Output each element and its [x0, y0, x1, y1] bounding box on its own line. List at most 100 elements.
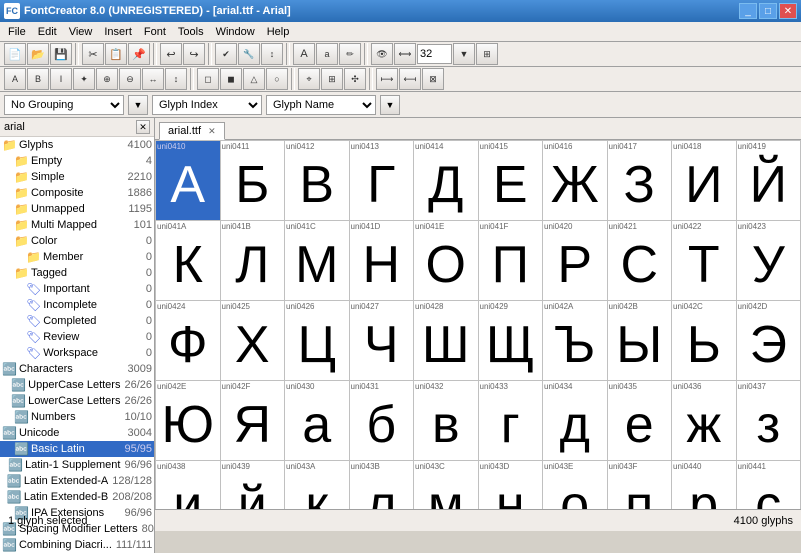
glyph-cell[interactable]: uni0421 С	[608, 221, 673, 301]
redo-button[interactable]: ↪	[183, 43, 205, 65]
glyph-cell[interactable]: uni041F П	[479, 221, 544, 301]
glyph-cell[interactable]: uni0430 а	[285, 381, 350, 461]
menu-view[interactable]: View	[63, 24, 99, 40]
tb2-5[interactable]: ⊕	[96, 68, 118, 90]
glyph-cell[interactable]: uni0427 Ч	[350, 301, 415, 381]
glyph-cell[interactable]: uni043C м	[414, 461, 479, 509]
glyph-cell[interactable]: uni042B Ы	[608, 301, 673, 381]
sidebar-item-basiclatin[interactable]: 🔤 Basic Latin 95/95	[0, 441, 154, 457]
tb2-7[interactable]: ↔	[142, 68, 164, 90]
tb2-12[interactable]: ○	[266, 68, 288, 90]
glyph-cell[interactable]: uni0411 Б	[221, 141, 286, 221]
glyph-cell[interactable]: uni0439 й	[221, 461, 286, 509]
glyph-cell[interactable]: uni043D н	[479, 461, 544, 509]
cleanup-button[interactable]: 🔧	[238, 43, 260, 65]
glyph-cell[interactable]: uni0423 У	[737, 221, 801, 301]
menu-tools[interactable]: Tools	[172, 24, 210, 40]
glyph-cell[interactable]: uni0436 ж	[672, 381, 737, 461]
sidebar-item-incomplete[interactable]: 🏷 Incomplete 0	[0, 297, 154, 313]
sidebar-item-color[interactable]: 📁 Color 0	[0, 233, 154, 249]
glyph-cell[interactable]: uni043E о	[543, 461, 608, 509]
glyph-cell[interactable]: uni0438 и	[156, 461, 221, 509]
sidebar-item-uppercase[interactable]: 🔤 UpperCase Letters 26/26	[0, 377, 154, 393]
tb2-1[interactable]: A	[4, 68, 26, 90]
glyph-cell[interactable]: uni0416 Ж	[543, 141, 608, 221]
open-button[interactable]: 📂	[27, 43, 49, 65]
glyph-cell[interactable]: uni0417 З	[608, 141, 673, 221]
sidebar-close-btn[interactable]: ✕	[136, 120, 150, 134]
sidebar-item-lowercase[interactable]: 🔤 LowerCase Letters 26/26	[0, 393, 154, 409]
sidebar-item-review[interactable]: 🏷 Review 0	[0, 329, 154, 345]
sidebar-item-composite[interactable]: 📁 Composite 1886	[0, 185, 154, 201]
paste-button[interactable]: 📌	[128, 43, 150, 65]
close-button[interactable]: ✕	[779, 3, 797, 19]
glyph-cell[interactable]: uni0413 Г	[350, 141, 415, 221]
glyph-cell[interactable]: uni0432 в	[414, 381, 479, 461]
tb2-8[interactable]: ↕	[165, 68, 187, 90]
tb2-3[interactable]: I	[50, 68, 72, 90]
sort-button[interactable]: ↕	[261, 43, 283, 65]
sidebar-item-tagged[interactable]: 📁 Tagged 0	[0, 265, 154, 281]
tb2-2[interactable]: B	[27, 68, 49, 90]
glyph-cell[interactable]: uni0434 д	[543, 381, 608, 461]
undo-button[interactable]: ↩	[160, 43, 182, 65]
sidebar-item-workspace[interactable]: 🏷 Workspace 0	[0, 345, 154, 361]
glyph-cell[interactable]: uni042C Ь	[672, 301, 737, 381]
glyph-cell[interactable]: uni043F п	[608, 461, 673, 509]
sidebar-item-simple[interactable]: 📁 Simple 2210	[0, 169, 154, 185]
sidebar-item-member[interactable]: 📁 Member 0	[0, 249, 154, 265]
tb2-9[interactable]: ◻	[197, 68, 219, 90]
sidebar-item-combining[interactable]: 🔤 Combining Diacri... 111/111	[0, 537, 154, 553]
save-button[interactable]: 💾	[50, 43, 72, 65]
glyph-cell[interactable]: uni0429 Щ	[479, 301, 544, 381]
glyph-cell[interactable]: uni041D Н	[350, 221, 415, 301]
grouping-menu-btn[interactable]: ▼	[128, 95, 148, 115]
glyph-cell[interactable]: uni043A к	[285, 461, 350, 509]
glyph-cell[interactable]: uni0437 з	[737, 381, 801, 461]
display-dropdown-btn[interactable]: ▼	[380, 95, 400, 115]
sidebar-item-characters[interactable]: 🔤 Characters 3009	[0, 361, 154, 377]
sidebar-item-unicode[interactable]: 🔤 Unicode 3004	[0, 425, 154, 441]
glyph-cell[interactable]: uni042A Ъ	[543, 301, 608, 381]
glyph-cell[interactable]: uni0418 И	[672, 141, 737, 221]
tb2-6[interactable]: ⊖	[119, 68, 141, 90]
tb2-16[interactable]: ⟼	[376, 68, 398, 90]
glyph-cell[interactable]: uni0420 Р	[543, 221, 608, 301]
tb2-13[interactable]: ⌖	[298, 68, 320, 90]
sidebar-item-important[interactable]: 🏷 Important 0	[0, 281, 154, 297]
grouping-select[interactable]: No Grouping	[4, 95, 124, 115]
glyph-cell[interactable]: uni041E О	[414, 221, 479, 301]
menu-help[interactable]: Help	[261, 24, 296, 40]
sidebar-item-latinextA[interactable]: 🔤 Latin Extended-A 128/128	[0, 473, 154, 489]
sidebar-item-multimapped[interactable]: 📁 Multi Mapped 101	[0, 217, 154, 233]
sidebar-item-empty[interactable]: 📁 Empty 4	[0, 153, 154, 169]
new-button[interactable]: 📄	[4, 43, 26, 65]
glyph-area[interactable]: uni0410 А uni0411 Б uni0412 В uni0413 Г …	[155, 140, 801, 509]
sidebar-item-unmapped[interactable]: 📁 Unmapped 1195	[0, 201, 154, 217]
sidebar-item-completed[interactable]: 🏷 Completed 0	[0, 313, 154, 329]
tb2-15[interactable]: ✣	[344, 68, 366, 90]
tab-arial[interactable]: arial.ttf ✕	[159, 122, 225, 140]
tb2-10[interactable]: ◼	[220, 68, 242, 90]
menu-font[interactable]: Font	[138, 24, 172, 40]
size-input[interactable]	[417, 44, 452, 64]
glyph-cell[interactable]: uni0428 Ш	[414, 301, 479, 381]
tb2-17[interactable]: ⟻	[399, 68, 421, 90]
metrics-button[interactable]: ⟷	[394, 43, 416, 65]
zoom-in-button[interactable]: A	[293, 43, 315, 65]
glyph-cell[interactable]: uni0425 Х	[221, 301, 286, 381]
tab-close-icon[interactable]: ✕	[208, 126, 216, 136]
glyph-cell[interactable]: uni0433 г	[479, 381, 544, 461]
tb2-4[interactable]: ✦	[73, 68, 95, 90]
validate-button[interactable]: ✔	[215, 43, 237, 65]
display-select[interactable]: Glyph Name	[266, 95, 376, 115]
glyph-cell[interactable]: uni0410 А	[156, 141, 221, 221]
zoom-out-button[interactable]: a	[316, 43, 338, 65]
sidebar-item-latinextB[interactable]: 🔤 Latin Extended-B 208/208	[0, 489, 154, 505]
menu-file[interactable]: File	[2, 24, 32, 40]
glyph-cell[interactable]: uni0412 В	[285, 141, 350, 221]
grid-button[interactable]: ⊞	[476, 43, 498, 65]
menu-window[interactable]: Window	[210, 24, 261, 40]
glyph-cell[interactable]: uni0424 Ф	[156, 301, 221, 381]
glyph-cell[interactable]: uni0440 р	[672, 461, 737, 509]
